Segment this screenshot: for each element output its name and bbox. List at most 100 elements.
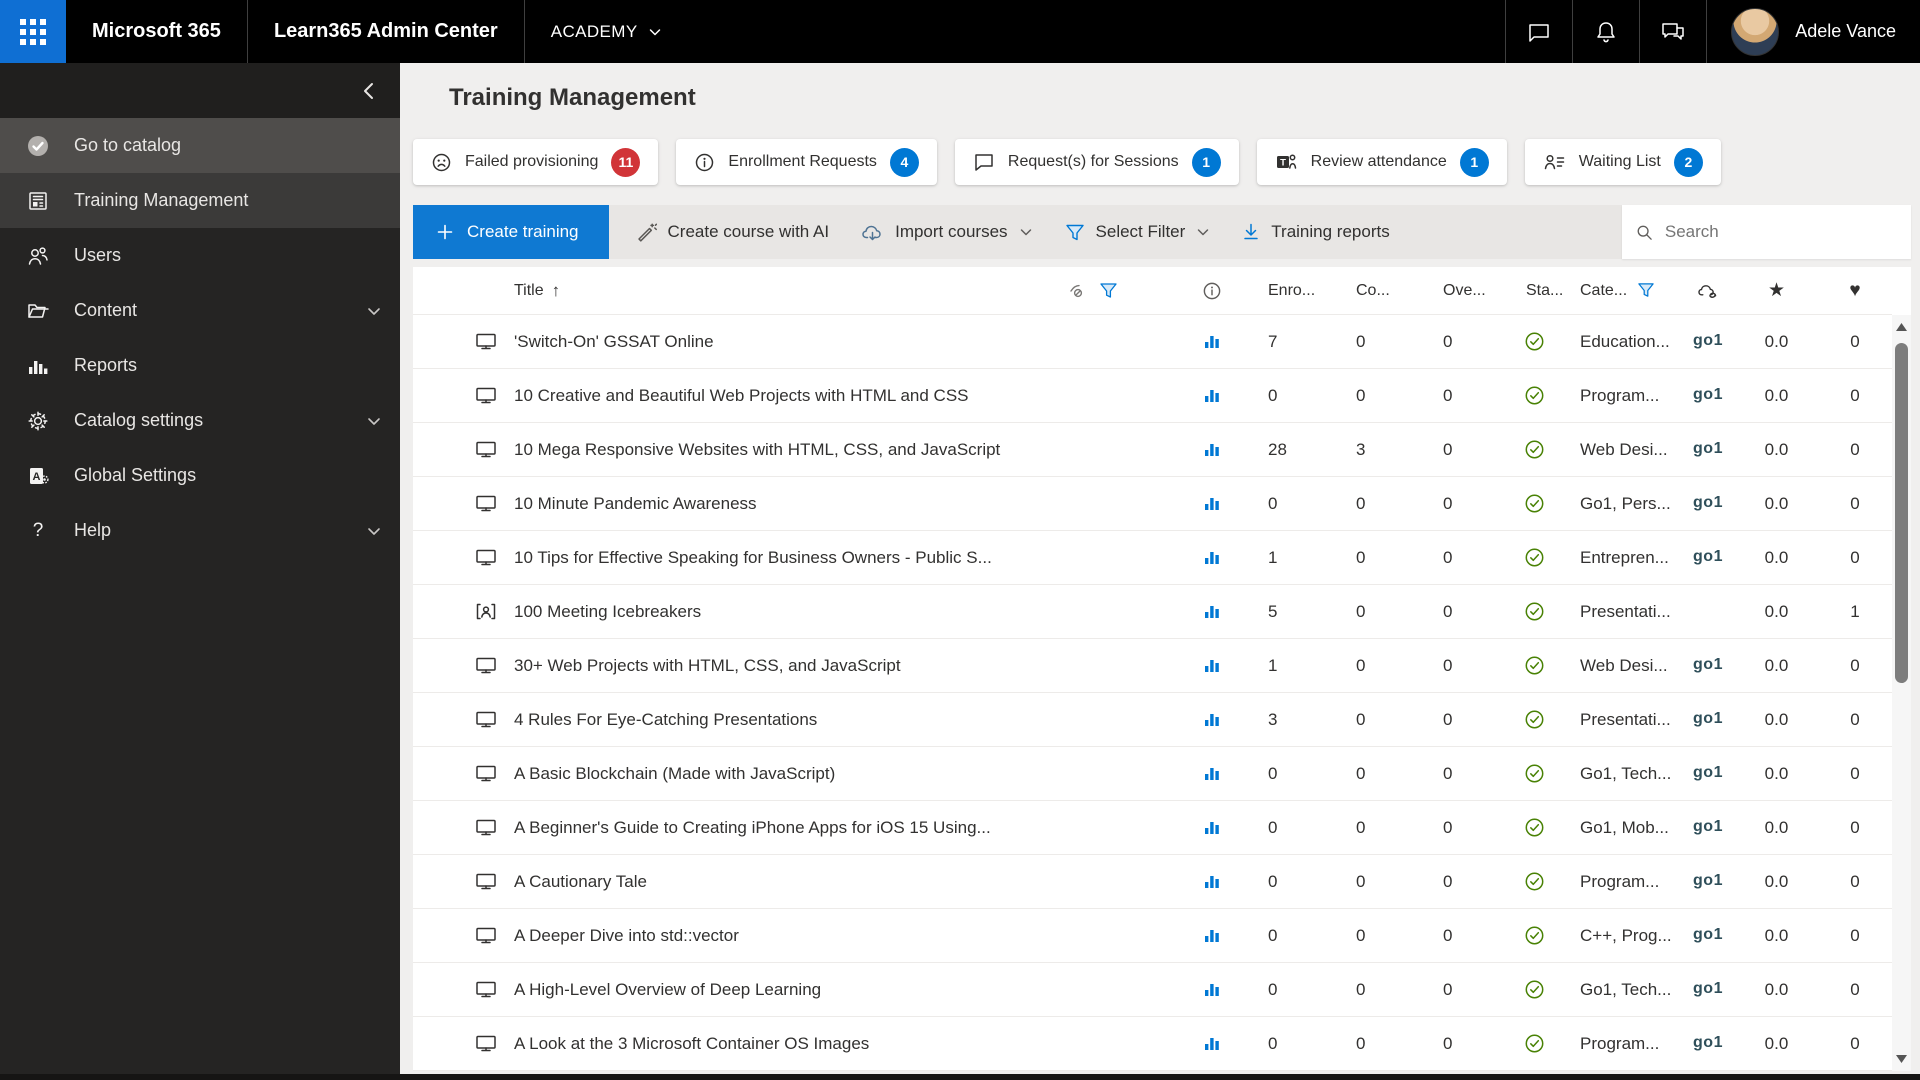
- header-completed[interactable]: Co...: [1338, 282, 1425, 300]
- select-filter-menu[interactable]: Select Filter: [1049, 222, 1227, 242]
- search-input[interactable]: [1664, 222, 1897, 242]
- account-menu[interactable]: Adele Vance: [1707, 0, 1920, 63]
- app-launcher-button[interactable]: [0, 0, 66, 63]
- vertical-scrollbar[interactable]: [1892, 315, 1911, 1071]
- table-row[interactable]: A Look at the 3 Microsoft Container OS I…: [413, 1017, 1892, 1071]
- sidebar-item-help[interactable]: ? Help: [0, 503, 400, 558]
- training-reports-button[interactable]: Training reports: [1226, 222, 1405, 242]
- training-title-link[interactable]: A Beginner's Guide to Creating iPhone Ap…: [514, 801, 1174, 855]
- sidebar-item-content[interactable]: Content: [0, 283, 400, 338]
- category-filter-icon[interactable]: [1637, 282, 1655, 299]
- sidebar-item-go-to-catalog[interactable]: Go to catalog: [0, 118, 400, 173]
- sidebar-item-reports[interactable]: Reports: [0, 338, 400, 393]
- training-title-link[interactable]: A Basic Blockchain (Made with JavaScript…: [514, 747, 1174, 801]
- scroll-down-arrow[interactable]: [1892, 1051, 1911, 1067]
- completed-count: 0: [1356, 547, 1366, 567]
- cloud-import-icon: [862, 225, 881, 241]
- header-rating[interactable]: ★: [1735, 279, 1818, 302]
- sidebar-item-label: Global Settings: [74, 465, 197, 485]
- enrollment-stats-icon[interactable]: [1203, 819, 1221, 836]
- failed-provisioning-button[interactable]: Failed provisioning 11: [413, 139, 659, 185]
- table-row[interactable]: A Basic Blockchain (Made with JavaScript…: [413, 747, 1892, 801]
- enrollment-stats-icon[interactable]: [1203, 441, 1221, 458]
- published-status-icon: [1525, 980, 1544, 999]
- table-row[interactable]: 'Switch-On' GSSAT Online 7 0 0 Education…: [413, 315, 1892, 369]
- create-course-ai-button[interactable]: Create course with AI: [619, 221, 846, 243]
- notifications-button[interactable]: [1573, 0, 1639, 63]
- title-filter-icon[interactable]: [1099, 282, 1118, 300]
- table-row[interactable]: A Cautionary Tale 0 0 0 Program... go1 0…: [413, 855, 1892, 909]
- import-courses-menu[interactable]: Import courses: [845, 222, 1048, 242]
- table-row[interactable]: 30+ Web Projects with HTML, CSS, and Jav…: [413, 639, 1892, 693]
- published-status-icon: [1525, 548, 1544, 567]
- table-row[interactable]: 4 Rules For Eye-Catching Presentations 3…: [413, 693, 1892, 747]
- overdue-count: 0: [1443, 547, 1453, 567]
- training-title-link[interactable]: 4 Rules For Eye-Catching Presentations: [514, 693, 1174, 747]
- training-title-link[interactable]: A Deeper Dive into std::vector: [514, 909, 1174, 963]
- training-title-link[interactable]: 10 Minute Pandemic Awareness: [514, 477, 1174, 531]
- waiting-list-button[interactable]: Waiting List 2: [1524, 139, 1721, 185]
- enrollment-stats-icon[interactable]: [1203, 981, 1221, 998]
- brand-home-link[interactable]: Microsoft 365: [66, 0, 247, 63]
- training-title-link[interactable]: 10 Tips for Effective Speaking for Busin…: [514, 531, 1174, 585]
- table-row[interactable]: 100 Meeting Icebreakers 5 0 0 Presentati…: [413, 585, 1892, 639]
- header-enrolled[interactable]: Enro...: [1250, 282, 1338, 300]
- table-row[interactable]: 10 Creative and Beautiful Web Projects w…: [413, 369, 1892, 423]
- table-row[interactable]: 10 Tips for Effective Speaking for Busin…: [413, 531, 1892, 585]
- scrollbar-thumb[interactable]: [1895, 343, 1908, 683]
- training-title-link[interactable]: 100 Meeting Icebreakers: [514, 585, 1174, 639]
- app-title-link[interactable]: Learn365 Admin Center: [248, 0, 524, 63]
- search-field[interactable]: [1622, 205, 1911, 259]
- header-likes[interactable]: ♥: [1818, 280, 1892, 302]
- enrollment-stats-icon[interactable]: [1203, 765, 1221, 782]
- sidebar-item-training-management[interactable]: Training Management: [0, 173, 400, 228]
- training-management-icon: [26, 190, 50, 212]
- header-status[interactable]: Sta...: [1512, 282, 1568, 300]
- enrollment-requests-button[interactable]: Enrollment Requests 4: [676, 139, 937, 185]
- header-overdue[interactable]: Ove...: [1425, 282, 1512, 300]
- training-title-link[interactable]: 10 Creative and Beautiful Web Projects w…: [514, 369, 1174, 423]
- feedback-button[interactable]: [1640, 0, 1706, 63]
- sidebar-item-users[interactable]: Users: [0, 228, 400, 283]
- table-row[interactable]: 10 Minute Pandemic Awareness 0 0 0 Go1, …: [413, 477, 1892, 531]
- training-title-link[interactable]: 'Switch-On' GSSAT Online: [514, 315, 1174, 369]
- enrollment-stats-icon[interactable]: [1203, 387, 1221, 404]
- visibility-toggle-icon[interactable]: [1069, 282, 1091, 300]
- enrollment-stats-icon[interactable]: [1203, 333, 1221, 350]
- enrollment-stats-icon[interactable]: [1203, 873, 1221, 890]
- enrollment-stats-icon[interactable]: [1203, 495, 1221, 512]
- scroll-up-arrow[interactable]: [1892, 319, 1911, 335]
- elearning-monitor-icon: [476, 819, 496, 836]
- enrollment-stats-icon[interactable]: [1203, 1035, 1221, 1052]
- header-provider[interactable]: [1681, 282, 1735, 300]
- header-info[interactable]: [1174, 281, 1250, 301]
- session-requests-button[interactable]: Request(s) for Sessions 1: [954, 139, 1239, 185]
- sidebar-item-catalog-settings[interactable]: Catalog settings: [0, 393, 400, 448]
- header-title[interactable]: Title ★ ↑: [514, 281, 1174, 301]
- sidebar-item-global-settings[interactable]: A Global Settings: [0, 448, 400, 503]
- review-attendance-button[interactable]: T Review attendance 1: [1256, 139, 1507, 185]
- enrollment-stats-icon[interactable]: [1203, 711, 1221, 728]
- enrollment-stats-icon[interactable]: [1203, 549, 1221, 566]
- table-row[interactable]: A Beginner's Guide to Creating iPhone Ap…: [413, 801, 1892, 855]
- table-row[interactable]: A High-Level Overview of Deep Learning 0…: [413, 963, 1892, 1017]
- category-cell: Program...: [1580, 385, 1660, 405]
- enrollment-stats-icon[interactable]: [1203, 657, 1221, 674]
- header-category[interactable]: Cate...: [1568, 282, 1681, 300]
- enrollment-stats-icon[interactable]: [1203, 927, 1221, 944]
- table-row[interactable]: A Deeper Dive into std::vector 0 0 0 C++…: [413, 909, 1892, 963]
- training-title-link[interactable]: A Cautionary Tale: [514, 855, 1174, 909]
- training-title-link[interactable]: A High-Level Overview of Deep Learning: [514, 963, 1174, 1017]
- category-cell: Web Desi...: [1580, 655, 1668, 675]
- training-title-link[interactable]: A Look at the 3 Microsoft Container OS I…: [514, 1017, 1174, 1071]
- sidebar-collapse-button[interactable]: [0, 63, 400, 118]
- enrollment-stats-icon[interactable]: [1203, 603, 1221, 620]
- training-title-link[interactable]: 10 Mega Responsive Websites with HTML, C…: [514, 423, 1174, 477]
- tenant-switcher[interactable]: ACADEMY: [525, 0, 688, 63]
- chat-button[interactable]: [1506, 0, 1572, 63]
- rating-value: 0.0: [1764, 655, 1789, 675]
- training-title-link[interactable]: 30+ Web Projects with HTML, CSS, and Jav…: [514, 639, 1174, 693]
- create-training-button[interactable]: Create training: [413, 205, 609, 259]
- enrolled-count: 0: [1268, 493, 1278, 513]
- table-row[interactable]: 10 Mega Responsive Websites with HTML, C…: [413, 423, 1892, 477]
